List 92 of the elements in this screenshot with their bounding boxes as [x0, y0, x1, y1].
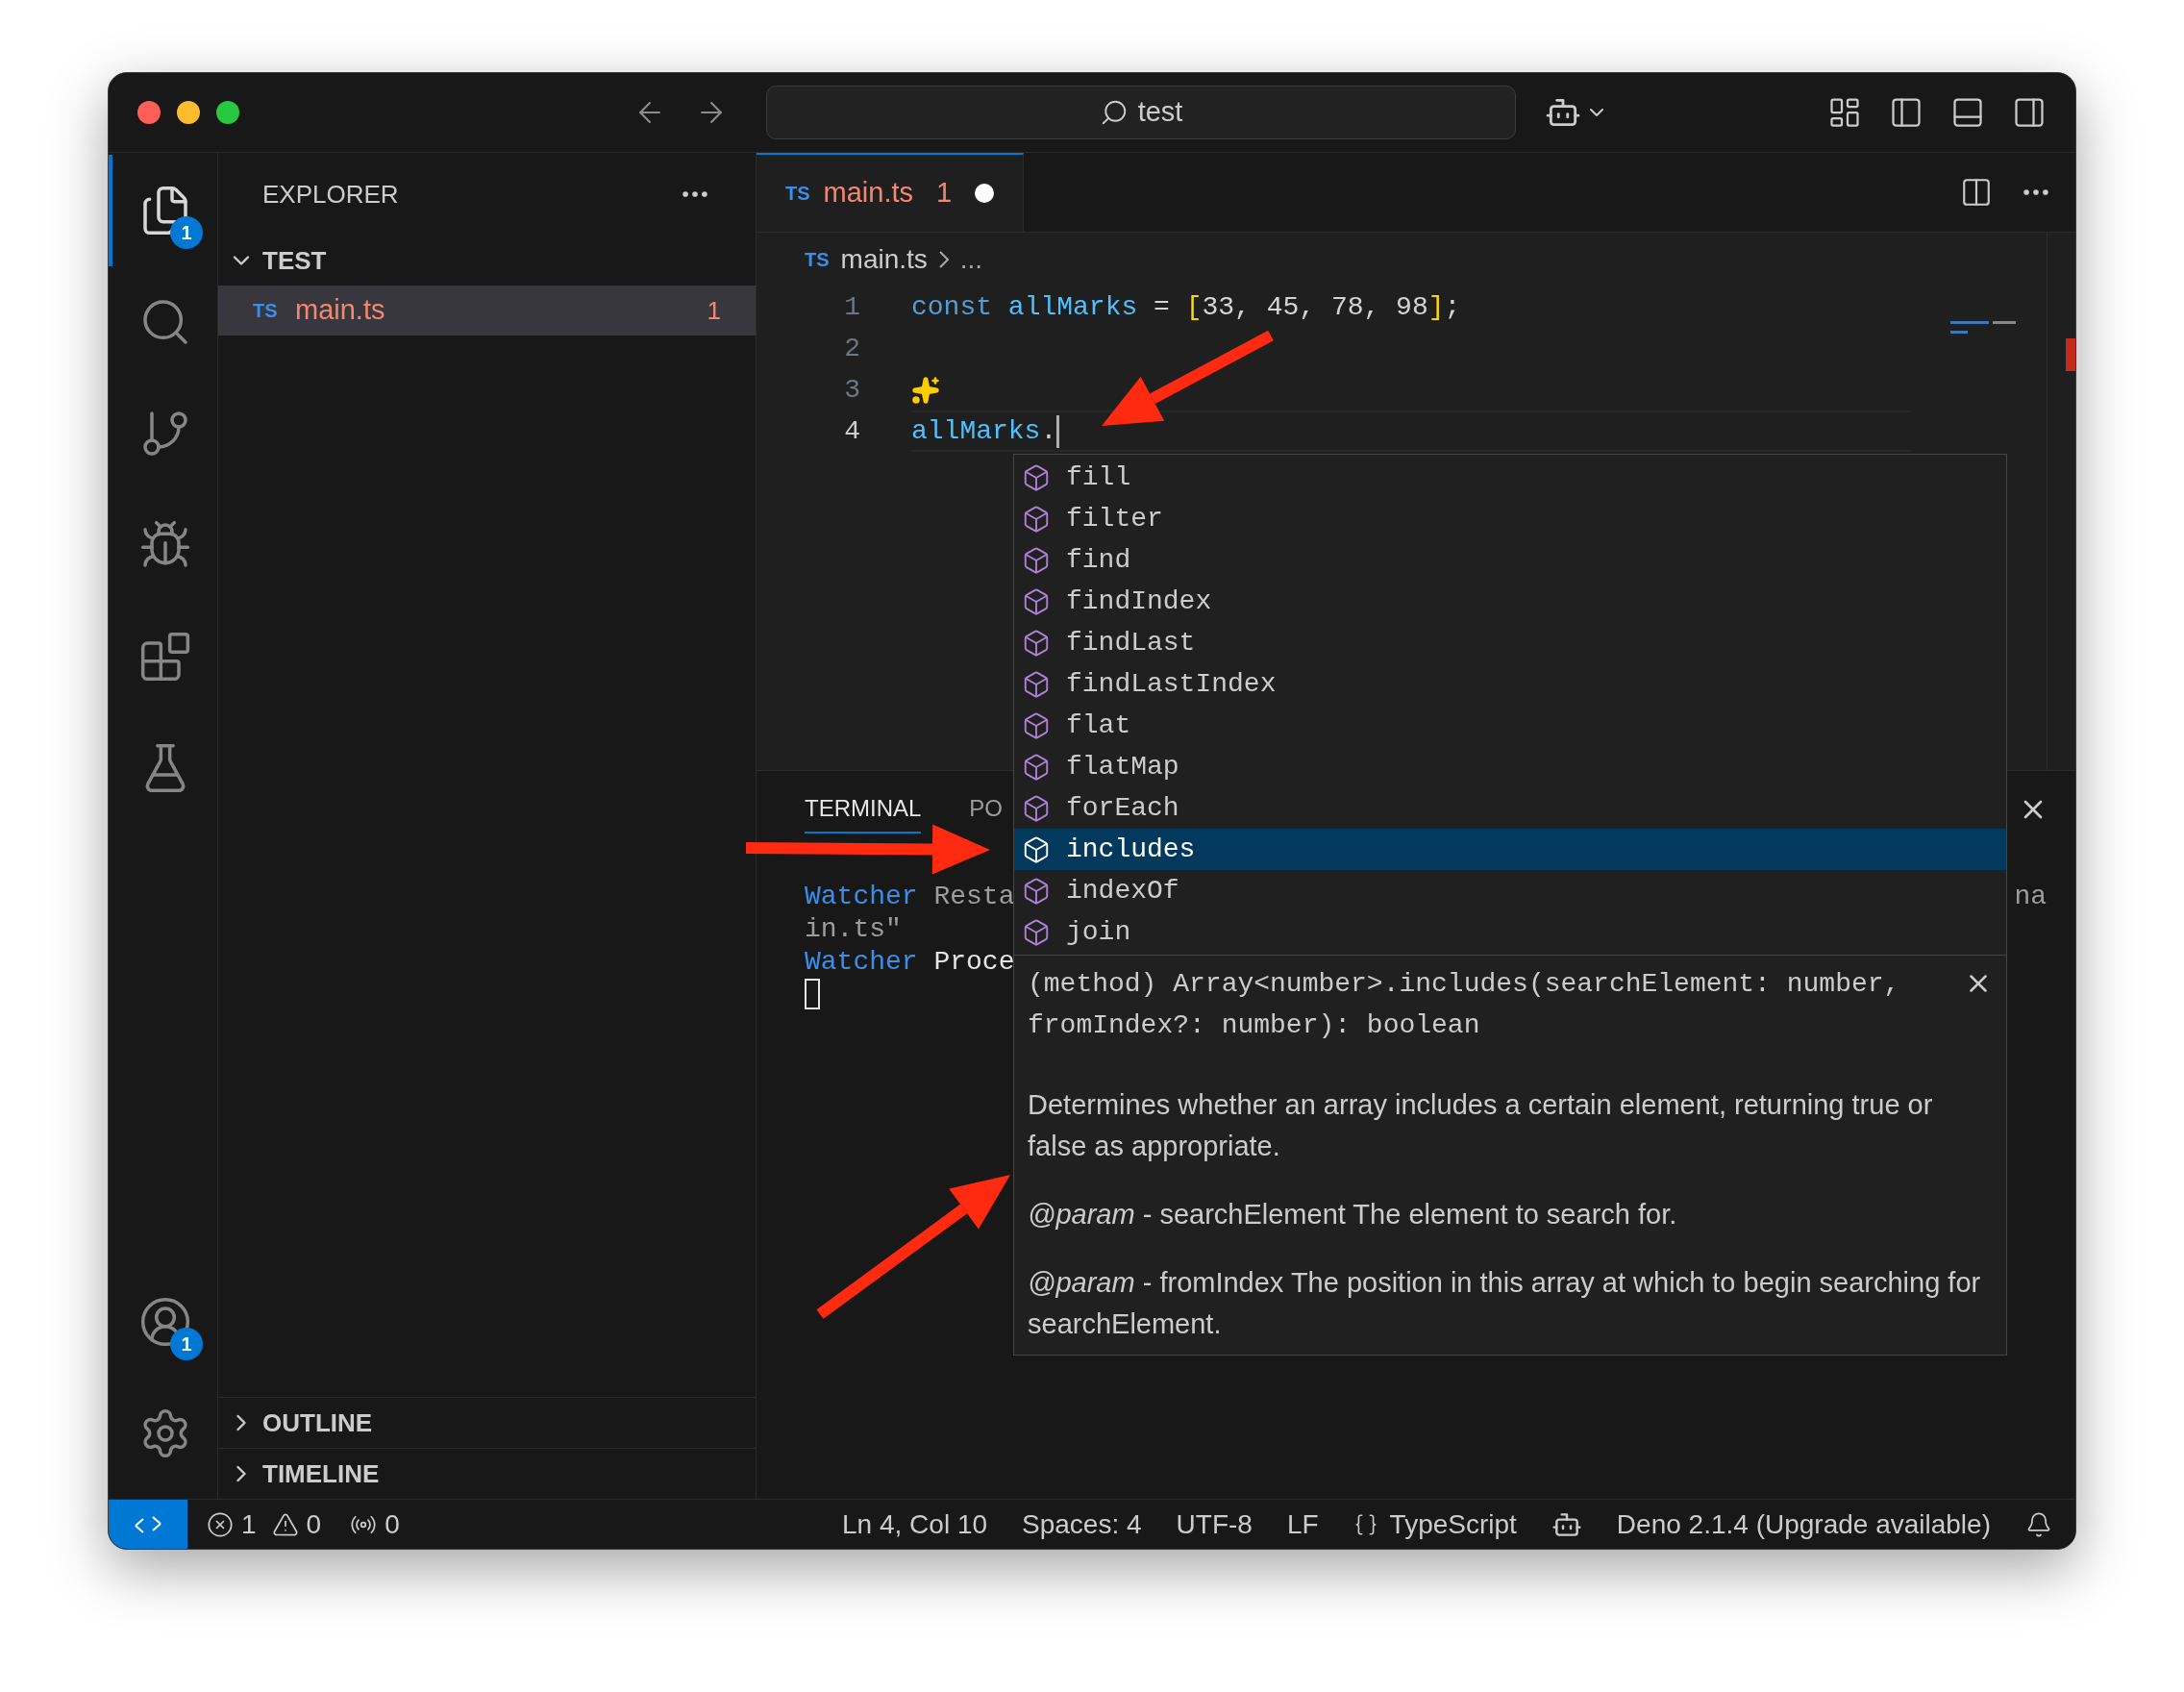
documentation-text: @param - searchElement The element to search for.: [1028, 1198, 1678, 1232]
method-icon: [1022, 793, 1051, 823]
typescript-file-icon: TS: [785, 179, 810, 208]
editor-tab[interactable]: TS main.ts 1: [757, 153, 1025, 232]
method-icon: [1022, 628, 1051, 658]
tab-title: main.ts: [823, 176, 914, 211]
toggle-panel-icon[interactable]: [1950, 95, 1985, 130]
code-token: .: [1040, 414, 1057, 448]
code-token: allMarks: [911, 414, 1041, 448]
problem-count: 1: [936, 176, 953, 211]
error-icon: [207, 1510, 234, 1538]
suggestion-item[interactable]: join: [1014, 911, 2006, 953]
notification-badge: 1: [170, 216, 203, 249]
minimap-drawing: [1950, 321, 2018, 335]
sparkle-icon[interactable]: [911, 375, 940, 405]
accounts-activity-button[interactable]: 1: [109, 1266, 217, 1378]
code-token: ]: [1427, 290, 1445, 324]
line-number: 3: [843, 373, 860, 407]
error-marker: [2066, 338, 2075, 371]
status-item[interactable]: Spaces: 4: [1022, 1504, 1142, 1545]
toggle-secondary-sidebar-icon[interactable]: [2012, 95, 2047, 130]
chevron-right-icon: [938, 251, 949, 268]
suggestion-item[interactable]: forEach: [1014, 787, 2006, 829]
suggestion-item[interactable]: findLastIndex: [1014, 663, 2006, 705]
close-window-button[interactable]: [137, 101, 161, 124]
code-token: =: [1153, 290, 1171, 324]
breadcrumb-more: ...: [959, 243, 983, 276]
method-icon: [1022, 876, 1051, 906]
zoom-window-button[interactable]: [216, 101, 239, 124]
code-token: ;: [1444, 290, 1461, 324]
problem-count: 1: [707, 294, 721, 327]
breadcrumb[interactable]: TS main.ts ...: [757, 233, 2075, 286]
suggestion-item[interactable]: indexOf: [1014, 870, 2006, 911]
documentation-text: @param - fromIndex The position in this array at which to begin searching for searchElement.: [1028, 1266, 1982, 1341]
suggestion-item[interactable]: flat: [1014, 705, 2006, 746]
typescript-file-icon: TS: [253, 296, 291, 325]
code-token: 33, 45, 78, 98: [1202, 290, 1428, 324]
method-signature: (method) Array<number>.includes(searchElement: number, fromIndex?: number): boolean: [1028, 968, 1901, 1042]
suggestion-item[interactable]: fill: [1014, 457, 2006, 498]
customize-layout-icon[interactable]: [1827, 95, 1862, 130]
code-token: [: [1185, 290, 1203, 324]
line-number: 4: [843, 414, 860, 448]
method-icon: [1022, 669, 1051, 699]
method-icon: [1022, 462, 1051, 492]
method-icon: [1022, 710, 1051, 740]
method-icon: [1022, 917, 1051, 947]
code-token: allMarks: [1007, 290, 1138, 324]
section-header[interactable]: TEST: [218, 236, 756, 286]
text-cursor: [1056, 414, 1060, 448]
line-number: 1: [843, 290, 860, 324]
notification-badge: 1: [170, 1328, 203, 1360]
suggestion-item[interactable]: find: [1014, 539, 2006, 581]
suggestion-item[interactable]: includes: [1014, 829, 2006, 870]
problems-status[interactable]: 1 0: [207, 1504, 322, 1545]
status-item[interactable]: UTF-8: [1176, 1504, 1253, 1545]
terminal-cursor: [805, 979, 820, 1009]
minimize-window-button[interactable]: [177, 101, 200, 124]
method-icon: [1022, 752, 1051, 782]
code-token: const: [911, 290, 993, 324]
method-icon: [1022, 834, 1051, 864]
runtime-status[interactable]: Deno 2.1.4 (Upgrade available): [1616, 1504, 1991, 1545]
section-header[interactable]: TIMELINE: [218, 1449, 756, 1499]
terminal-line: Watcher Proce: [805, 946, 1015, 979]
terminal-line: Watcher Resta: [805, 881, 1015, 913]
status-item[interactable]: Ln 4, Col 10: [842, 1504, 988, 1545]
status-item[interactable]: LF: [1286, 1504, 1319, 1545]
command-search-field[interactable]: test: [766, 86, 1516, 139]
remote-button[interactable]: [109, 1500, 187, 1549]
ports-status[interactable]: 0: [350, 1504, 400, 1545]
split-editor-icon[interactable]: [1960, 176, 1993, 209]
file-tree-item[interactable]: TS main.ts 1: [218, 286, 756, 336]
panel-tab[interactable]: PO: [969, 785, 1004, 834]
method-icon: [1022, 504, 1051, 534]
typescript-file-icon: TS: [805, 245, 830, 274]
toggle-sidebar-icon[interactable]: [1889, 95, 1923, 130]
suggestion-item[interactable]: filter: [1014, 498, 2006, 539]
method-icon: [1022, 545, 1051, 575]
suggestion-item[interactable]: findIndex: [1014, 581, 2006, 622]
file-name: main.ts: [295, 293, 385, 328]
documentation-text: Determines whether an array includes a certain element, returning true or false as appropriate.: [1028, 1088, 1934, 1163]
line-number: 2: [843, 332, 860, 365]
language-mode[interactable]: TypeScript: [1353, 1504, 1517, 1545]
panel-tab[interactable]: TERMINAL: [805, 785, 922, 834]
suggestion-item[interactable]: flatMap: [1014, 746, 2006, 787]
method-icon: [1022, 586, 1051, 616]
sidebar-title: EXPLORER: [262, 178, 399, 211]
section-header[interactable]: OUTLINE: [218, 1398, 756, 1448]
terminal-line: in.ts": [805, 913, 902, 946]
terminal-line: na: [2014, 881, 2047, 913]
notifications-icon[interactable]: [2025, 1510, 2052, 1538]
suggestion-item[interactable]: findLast: [1014, 622, 2006, 663]
breadcrumb-file: main.ts: [840, 243, 928, 276]
